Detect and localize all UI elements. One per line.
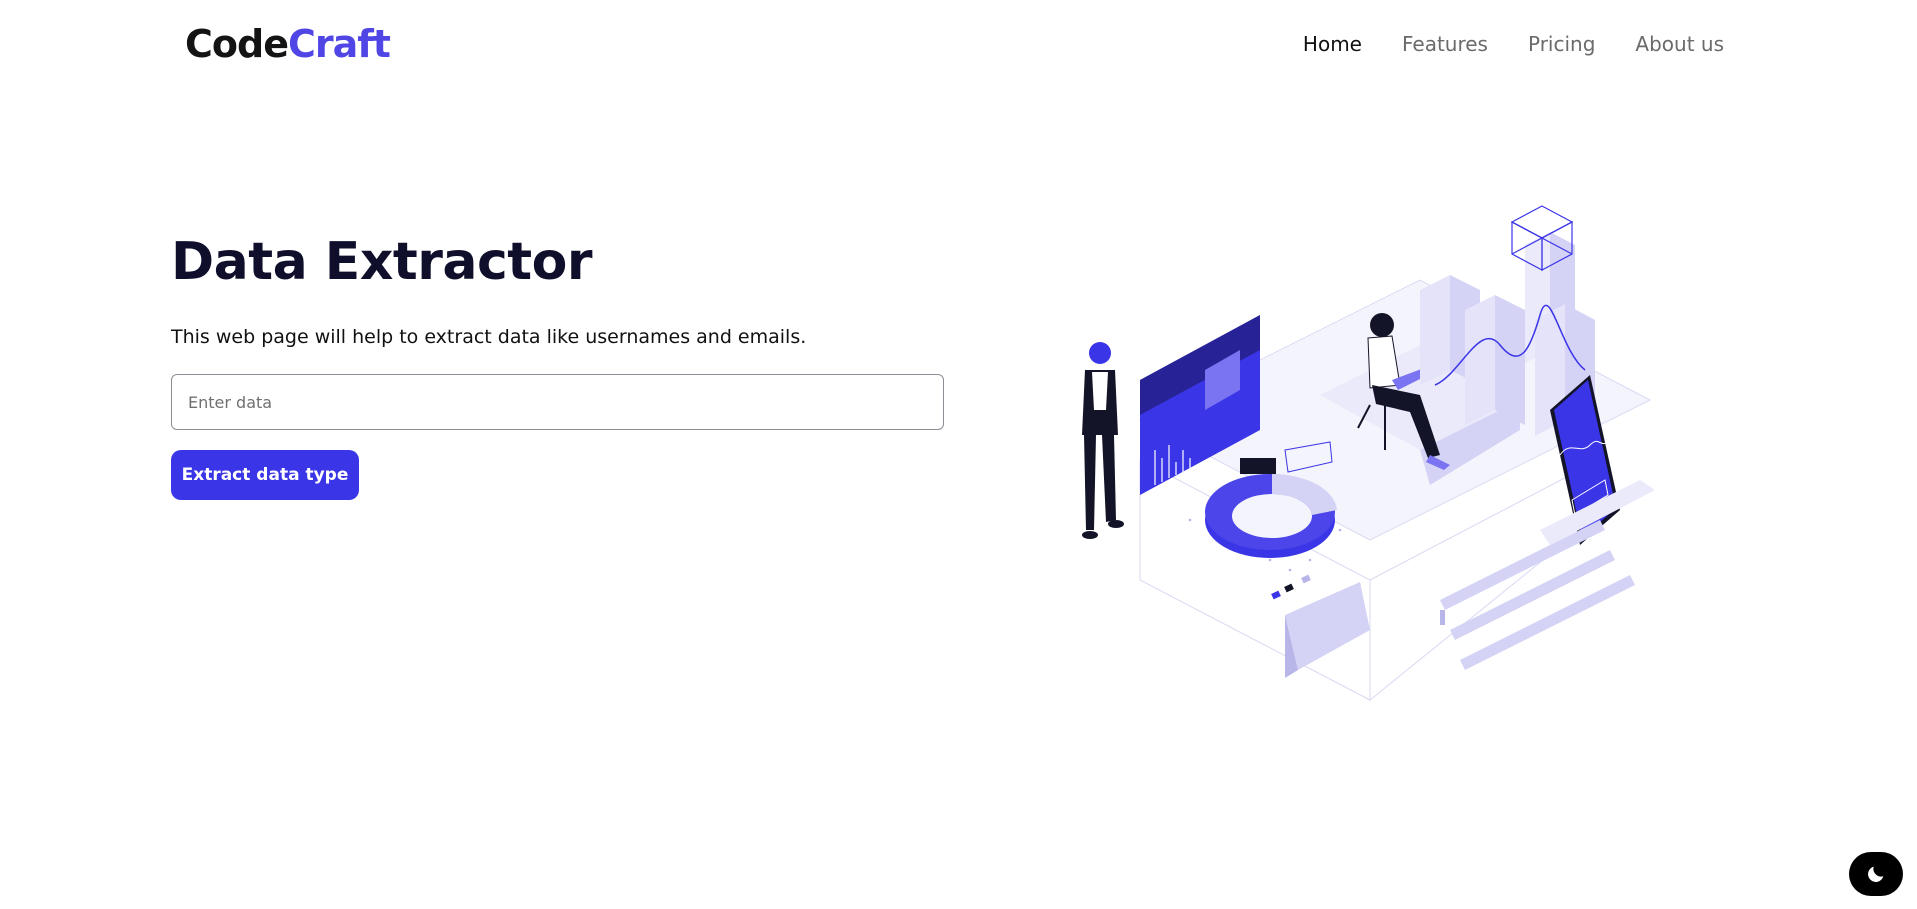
main-nav: Home Features Pricing About us <box>1303 32 1724 56</box>
data-input[interactable] <box>171 374 944 430</box>
theme-toggle-button[interactable] <box>1849 852 1903 896</box>
page-title: Data Extractor <box>171 232 593 292</box>
nav-about-us[interactable]: About us <box>1635 32 1724 56</box>
data-analytics-illustration <box>1082 205 1655 702</box>
page-subtitle: This web page will help to extract data … <box>171 326 807 348</box>
nav-features[interactable]: Features <box>1402 32 1488 56</box>
logo[interactable]: CodeCraft <box>185 22 391 66</box>
standing-person-figure <box>1082 342 1124 539</box>
nav-pricing[interactable]: Pricing <box>1528 32 1595 56</box>
extract-data-button[interactable]: Extract data type <box>171 450 359 500</box>
nav-home[interactable]: Home <box>1303 32 1362 56</box>
logo-part-craft: Craft <box>287 22 391 66</box>
logo-part-code: Code <box>185 22 289 66</box>
moon-icon <box>1868 866 1884 882</box>
page: CodeCraft Home Features Pricing About us… <box>0 0 1917 909</box>
